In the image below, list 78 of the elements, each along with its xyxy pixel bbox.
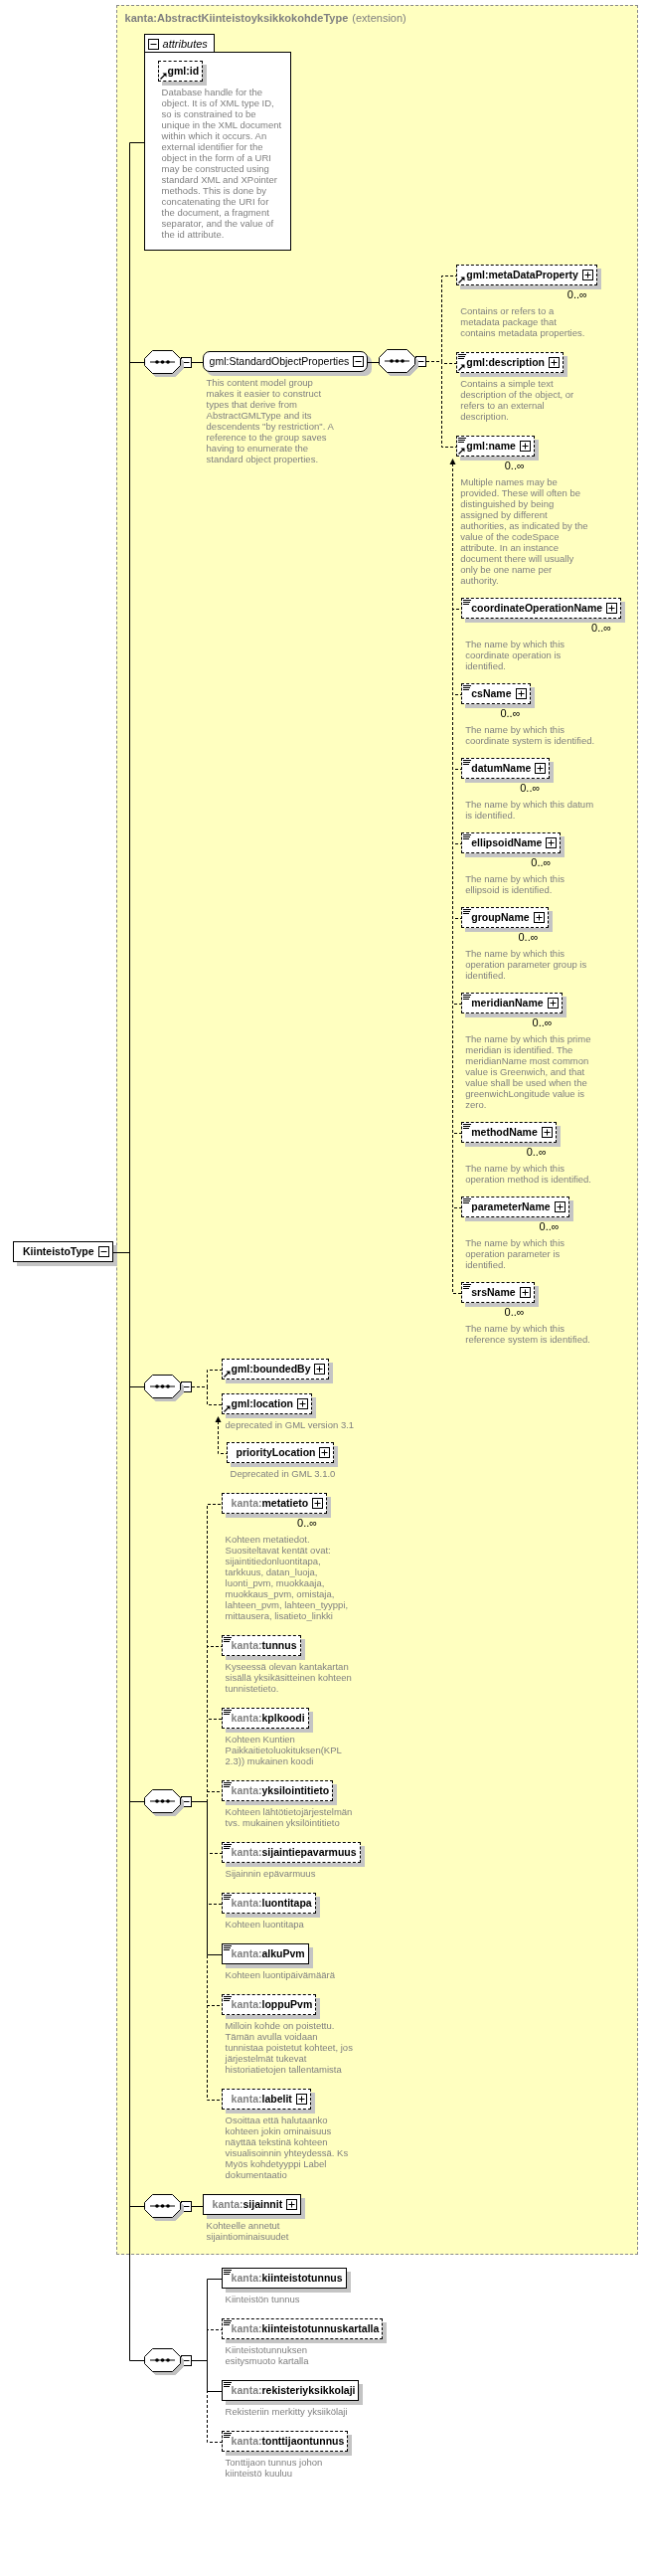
element-name: srsName — [471, 1286, 516, 1299]
documentation-text: The name by which this operation parameter is identified. — [465, 1237, 565, 1270]
documentation-text: Kyseessä olevan kantakartan sisällä yksikäsitteinen kohteen tunnistetieto. — [225, 1661, 353, 1694]
element-name: kanta:sijaintiepavarmuus — [231, 1846, 357, 1859]
documentation-text: Kohteen Kuntien Paikkaitietoluokituksen(KPL 2.3)) mukainen koodi — [225, 1734, 343, 1766]
element-name: gml:boundedBy — [231, 1363, 311, 1376]
occurrence-label: 0..∞ — [590, 622, 613, 634]
documentation-text: deprecated in GML version 3.1 — [225, 1419, 355, 1430]
documentation-text: Kohteen metatiedot. Suositeltavat kentät ovat: sijaintitiedonluontitapa, tarkkuus, datan_luoja, luonti_pvm, muokkaaja, muokkaus_pvm, omistaja, lahteen_pvm, lahteen_tyyppi, mittausera, lisatieto_linkki — [225, 1534, 350, 1621]
occurrence-label: 0..∞ — [503, 1306, 526, 1318]
element-name: kanta:kiinteistotunnuskartalla — [231, 2322, 380, 2335]
element-name: gml:name — [466, 440, 516, 453]
occurrence-label: 0..∞ — [531, 1016, 554, 1028]
documentation-text: Kohteelle annetut sijaintiominaisuudet — [206, 2220, 290, 2242]
element-name: gml:description — [466, 356, 545, 369]
documentation-text: Rekisteriin merkitty yksiikölaji — [225, 2406, 348, 2417]
documentation-text: Deprecated in GML 3.1.0 — [230, 1468, 336, 1479]
documentation-text: The name by which this coordinate operation is identified. — [465, 639, 565, 671]
documentation-text: This content model group makes it easier to construct types that derive from AbstractGMLType and its descendents "by restriction". A reference to the group saves having to enumerate the standard object properties. — [206, 377, 335, 464]
group-name: gml:StandardObjectProperties — [209, 355, 350, 368]
documentation-text: The name by which this datum is identified. — [465, 799, 595, 821]
documentation-text: Database handle for the object. It is of XML type ID, so is constrained to be unique in the XML document within which it occurs. An external identifier for the object in the form of a URI may be constructed using standard XML and XPointer methods. This is done by concatenating the URI for the document, a fragment separator, and the value of the id attribute. — [161, 87, 283, 240]
occurrence-label: 0..∞ — [503, 460, 526, 471]
element-name: csName — [471, 687, 512, 700]
element-name: datumName — [471, 762, 532, 775]
element-name: gml:id — [167, 65, 200, 78]
element-name: kanta:labelit — [231, 2093, 292, 2106]
occurrence-label: 0..∞ — [530, 856, 553, 868]
documentation-text: The name by which this ellipsoid is identified. — [465, 873, 565, 895]
documentation-text: The name by which this operation method is identified. — [465, 1163, 592, 1185]
occurrence-label: 0..∞ — [538, 1220, 561, 1232]
attributes-label: attributes — [162, 38, 208, 50]
element-name: methodName — [471, 1126, 538, 1139]
element-name: kanta:yksilointitieto — [231, 1784, 330, 1797]
documentation-text: Kiinteistotunnuksen esitysmuoto kartalla — [225, 2344, 310, 2366]
element-name: kanta:tunnus — [231, 1639, 297, 1652]
documentation-text: Osoittaa että halutaanko kohteen jokin ominaisuus näyttää tekstinä kohteen visualisoinnin yhteydessä. Ks Myös kohdetyyppi Label dokumentaatio — [225, 2115, 350, 2180]
type-title: kanta:AbstractKiinteistoyksikkokohdeType — [124, 12, 349, 24]
element-name: kanta:sijainnit — [212, 2198, 283, 2211]
element-name: kanta:kplkoodi — [231, 1712, 305, 1725]
documentation-text: Kohteen luontipäivämäärä — [225, 1969, 335, 1980]
documentation-text: Contains or refers to a metadata package that contains metadata properties. — [460, 305, 586, 338]
occurrence-label: 0..∞ — [499, 707, 522, 719]
element-name: kanta:tonttijaontunnus — [231, 2435, 345, 2448]
documentation-text: The name by which this operation parameter group is identified. — [465, 948, 588, 981]
element-name: gml:location — [231, 1397, 293, 1410]
documentation-text: Kohteen luontitapa — [225, 1919, 304, 1930]
element-name: coordinateOperationName — [471, 602, 603, 615]
documentation-text: Multiple names may be provided. These will often be distinguished by being assigned by different authorities, as indicated by the value of the codeSpace attribute. In an instance document there will usually only be one name per authority. — [460, 476, 589, 586]
element-name: gml:metaDataProperty — [466, 269, 578, 281]
element-name: kanta:luontitapa — [231, 1897, 312, 1910]
documentation-text: Tonttijaon tunnus johon kiinteistö kuuluu — [225, 2457, 324, 2479]
documentation-text: The name by which this coordinate system is identified. — [465, 724, 595, 746]
element-name: kanta:loppuPvm — [231, 1998, 313, 2011]
element-name: kanta:rekisteriyksikkolaji — [231, 2384, 356, 2397]
documentation-text: The name by which this reference system is identified. — [465, 1323, 591, 1345]
element-name: groupName — [471, 911, 530, 924]
element-name: KiinteistoType — [23, 1245, 94, 1258]
attributes-tab[interactable]: attributes — [143, 34, 215, 53]
occurrence-label: 0..∞ — [517, 931, 540, 943]
occurrence-label: 0..∞ — [296, 1517, 319, 1529]
element-name: kanta:kiinteistotunnus — [231, 2272, 343, 2285]
documentation-text: Kohteen lähtötietojärjestelmän tvs. mukainen yksilöintitieto — [225, 1806, 354, 1828]
element-name: meridianName — [471, 997, 544, 1010]
occurrence-label: 0..∞ — [565, 288, 588, 300]
documentation-text: The name by which this prime meridian is identified. The meridianName most common value is Greenwich, and that value shall be used when the greenwichLongitude value is zero. — [465, 1033, 592, 1110]
documentation-text: Kiinteistön tunnus — [225, 2294, 300, 2304]
documentation-text: Milloin kohde on poistettu. Tämän avulla voidaan tunnistaa poistetut kohteet, jos järjestelmät tukevat historiatietojen tallentamista — [225, 2020, 354, 2075]
derivation-label: (extension) — [352, 12, 406, 24]
element-name: kanta:metatieto — [231, 1497, 309, 1510]
element-name: ellipsoidName — [471, 836, 543, 849]
documentation-text: Contains a simple text description of the object, or refers to an external description. — [460, 378, 575, 422]
element-name: priorityLocation — [236, 1446, 316, 1459]
element-name: kanta:alkuPvm — [231, 1947, 305, 1960]
element-name: parameterName — [471, 1200, 551, 1213]
occurrence-label: 0..∞ — [525, 1146, 548, 1158]
documentation-text: Sijainnin epävarmuus — [225, 1868, 316, 1879]
occurrence-label: 0..∞ — [519, 782, 542, 794]
